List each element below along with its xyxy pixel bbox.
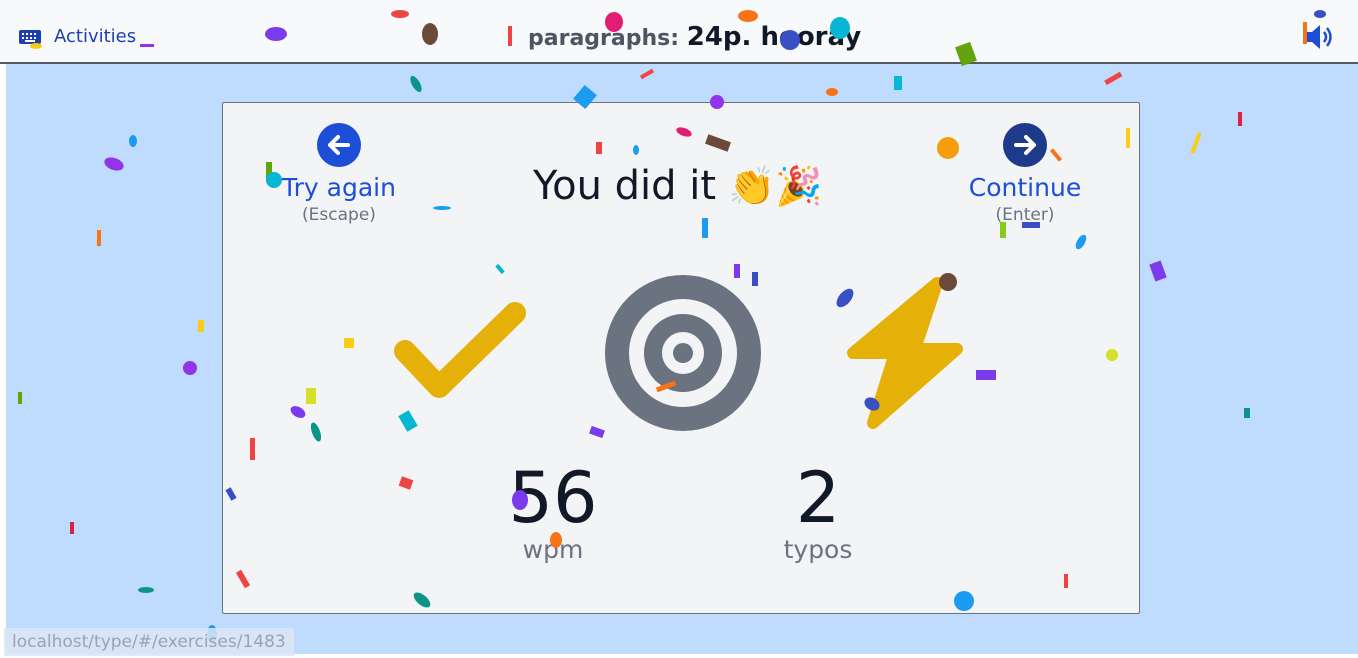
- checkmark-icon: [394, 302, 526, 398]
- clap-party-emoji: 👏🎉: [728, 163, 823, 208]
- activities-button[interactable]: Activities: [18, 26, 136, 47]
- continue-label: Continue: [968, 173, 1082, 202]
- keyboard-icon: [19, 29, 41, 44]
- wpm-value: 56: [508, 457, 598, 539]
- wpm-stat: 56 wpm: [493, 463, 613, 564]
- title-label: paragraphs:: [528, 26, 680, 51]
- result-card: Try again (Escape) You did it 👏🎉 Continu…: [222, 102, 1140, 614]
- typos-unit: typos: [783, 535, 853, 564]
- wpm-unit: wpm: [522, 535, 584, 564]
- title-value: 24p. hooray: [686, 22, 862, 52]
- target-icon: [605, 275, 761, 431]
- heading-text: You did it: [533, 163, 717, 209]
- typos-stat: 2 typos: [763, 463, 873, 564]
- status-bar-url: localhost/type/#/exercises/1483: [4, 628, 294, 656]
- speaker-volume-icon[interactable]: [1302, 22, 1338, 52]
- try-again-label: Try again: [282, 173, 396, 202]
- top-bar: Activities paragraphs: 24p. hooray: [0, 0, 1358, 64]
- activities-label: Activities: [54, 26, 137, 47]
- continue-button[interactable]: Continue (Enter): [963, 123, 1087, 225]
- try-again-button[interactable]: Try again (Escape): [279, 123, 399, 225]
- typos-value: 2: [795, 457, 841, 539]
- page-title: paragraphs: 24p. hooray: [528, 22, 861, 52]
- try-again-hint: (Escape): [302, 205, 376, 225]
- arrow-right-icon: [1003, 123, 1047, 167]
- result-heading: You did it 👏🎉: [533, 163, 823, 209]
- lightning-icon: [847, 277, 963, 429]
- arrow-left-icon: [317, 123, 361, 167]
- continue-hint: (Enter): [995, 205, 1055, 225]
